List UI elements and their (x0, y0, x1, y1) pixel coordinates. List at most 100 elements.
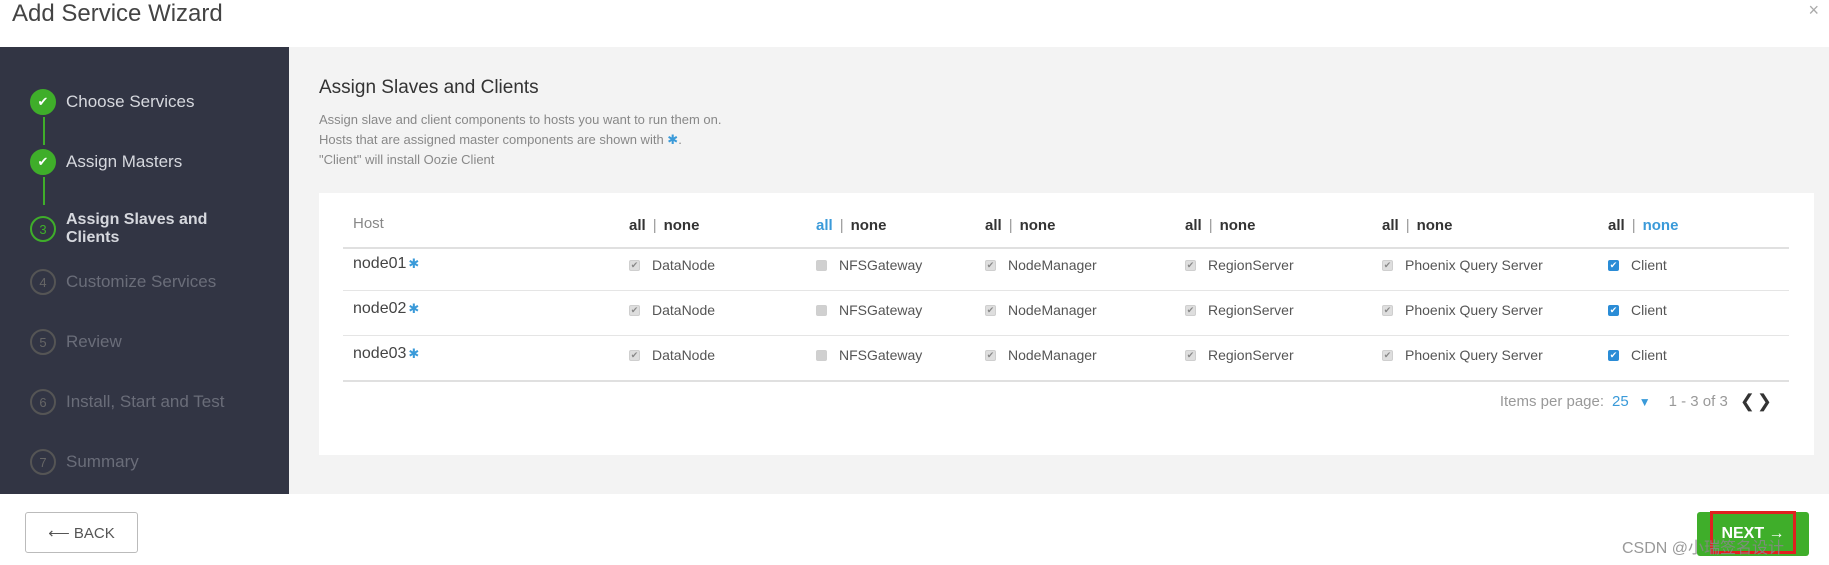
select-none-link[interactable]: none (1020, 217, 1056, 234)
component-label: RegionServer (1208, 302, 1294, 318)
step-summary: 7 Summary (30, 447, 139, 477)
step-install-start-test: 6 Install, Start and Test (30, 387, 224, 417)
desc-line: Assign slave and client components to ho… (319, 112, 722, 127)
host-name: node03 ✱ (353, 345, 419, 363)
separator: | (1208, 216, 1213, 234)
checkbox-icon: ✔ (1382, 304, 1393, 316)
component-checkbox-cell: ✔ Phoenix Query Server (1382, 302, 1543, 318)
step-label: Summary (66, 452, 139, 471)
checkbox-icon: ✔ (629, 349, 640, 361)
checkbox-icon: ✔ (985, 304, 996, 316)
component-checkbox-cell: ✔ NodeManager (985, 302, 1097, 318)
checkbox-icon: ✔ (629, 259, 640, 271)
step-number: 5 (30, 329, 56, 355)
checkbox-icon: ✔ (816, 304, 827, 316)
column-header: all | none (985, 213, 1055, 237)
checkbox-icon[interactable]: ✔ (1608, 349, 1619, 361)
header-divider (343, 247, 1789, 249)
select-none-link[interactable]: none (851, 217, 887, 234)
desc-period: . (678, 132, 682, 147)
column-header: all | none (816, 213, 886, 237)
main-panel: Assign Slaves and Clients Assign slave a… (289, 47, 1829, 494)
component-checkbox-cell[interactable]: ✔ Client (1608, 302, 1667, 318)
step-label: Customize Services (66, 272, 217, 291)
column-header: all | none (1382, 213, 1452, 237)
step-number: 3 (30, 216, 56, 242)
component-label: Phoenix Query Server (1405, 302, 1543, 318)
step-choose-services[interactable]: ✔ Choose Services (30, 87, 195, 117)
row-divider (343, 290, 1789, 291)
checkbox-icon[interactable]: ✔ (1608, 304, 1619, 316)
component-label: NodeManager (1008, 347, 1097, 363)
select-all-link[interactable]: all (1608, 217, 1625, 234)
checkbox-icon[interactable]: ✔ (1608, 259, 1619, 271)
back-button[interactable]: ⟵ BACK (25, 512, 138, 553)
select-all-link[interactable]: all (985, 217, 1002, 234)
close-icon[interactable]: × (1808, 0, 1819, 21)
check-icon: ✔ (30, 149, 56, 175)
column-header: all | none (1185, 213, 1255, 237)
host-label: node01 (353, 255, 407, 272)
row-divider (343, 335, 1789, 336)
component-label: RegionServer (1208, 347, 1294, 363)
prev-next-page-icons[interactable]: ❮❯ (1740, 391, 1774, 412)
component-label: Client (1631, 302, 1667, 318)
component-checkbox-cell: ✔ Phoenix Query Server (1382, 347, 1543, 363)
checkbox-icon: ✔ (1185, 304, 1196, 316)
host-label: node03 (353, 345, 407, 362)
select-none-link[interactable]: none (664, 217, 700, 234)
step-connector (43, 177, 45, 205)
checkbox-icon: ✔ (816, 259, 827, 271)
component-checkbox-cell: ✔ RegionServer (1185, 257, 1294, 273)
component-label: NodeManager (1008, 302, 1097, 318)
checkbox-icon: ✔ (629, 304, 640, 316)
items-per-page-select[interactable]: 25 (1612, 393, 1629, 410)
section-description: Assign slave and client components to ho… (319, 110, 722, 170)
desc-line: "Client" will install Oozie Client (319, 152, 495, 167)
step-connector (43, 117, 45, 145)
step-assign-slaves: 3 Assign Slaves and Clients (30, 207, 226, 251)
checkbox-icon: ✔ (1185, 259, 1196, 271)
row-divider (343, 380, 1789, 382)
wizard-steps-sidebar: ✔ Choose Services ✔ Assign Masters 3 Ass… (0, 47, 289, 494)
component-checkbox-cell: ✔ NFSGateway (816, 347, 922, 363)
separator: | (1631, 216, 1636, 234)
component-label: DataNode (652, 302, 716, 318)
column-header: all | none (1608, 213, 1678, 237)
master-star-icon: ✱ (408, 346, 420, 361)
host-column-header: Host (353, 215, 384, 232)
step-review: 5 Review (30, 327, 122, 357)
component-checkbox-cell: ✔ Phoenix Query Server (1382, 257, 1543, 273)
separator: | (1008, 216, 1013, 234)
component-label: RegionServer (1208, 257, 1294, 273)
component-label: DataNode (652, 347, 716, 363)
component-checkbox-cell[interactable]: ✔ Client (1608, 347, 1667, 363)
component-label: Client (1631, 347, 1667, 363)
component-checkbox-cell[interactable]: ✔ Client (1608, 257, 1667, 273)
component-label: Phoenix Query Server (1405, 257, 1543, 273)
separator: | (652, 216, 657, 234)
master-star-icon: ✱ (408, 301, 420, 316)
master-star-icon: ✱ (408, 256, 420, 271)
items-per-page-label: Items per page: (1499, 393, 1605, 410)
select-all-link[interactable]: all (629, 217, 646, 234)
component-checkbox-cell: ✔ NFSGateway (816, 257, 922, 273)
component-label: NFSGateway (839, 347, 923, 363)
select-none-link[interactable]: none (1643, 217, 1679, 234)
step-assign-masters[interactable]: ✔ Assign Masters (30, 147, 182, 177)
assignment-table: Host all | none all | none all | none all | none all… (319, 193, 1814, 455)
checkbox-icon: ✔ (1382, 259, 1393, 271)
component-checkbox-cell: ✔ DataNode (629, 302, 715, 318)
check-icon: ✔ (30, 89, 56, 115)
page-range: 1 - 3 of 3 (1668, 393, 1728, 410)
watermark: CSDN @小瑞签名设计 (1622, 540, 1785, 557)
select-all-link[interactable]: all (816, 217, 833, 234)
select-none-link[interactable]: none (1220, 217, 1256, 234)
chevron-down-icon[interactable]: ▼ (1639, 395, 1651, 409)
step-customize-services: 4 Customize Services (30, 267, 216, 297)
select-none-link[interactable]: none (1417, 217, 1453, 234)
step-number: 6 (30, 389, 56, 415)
select-all-link[interactable]: all (1185, 217, 1202, 234)
select-all-link[interactable]: all (1382, 217, 1399, 234)
step-label: Assign Slaves and Clients (66, 211, 208, 246)
